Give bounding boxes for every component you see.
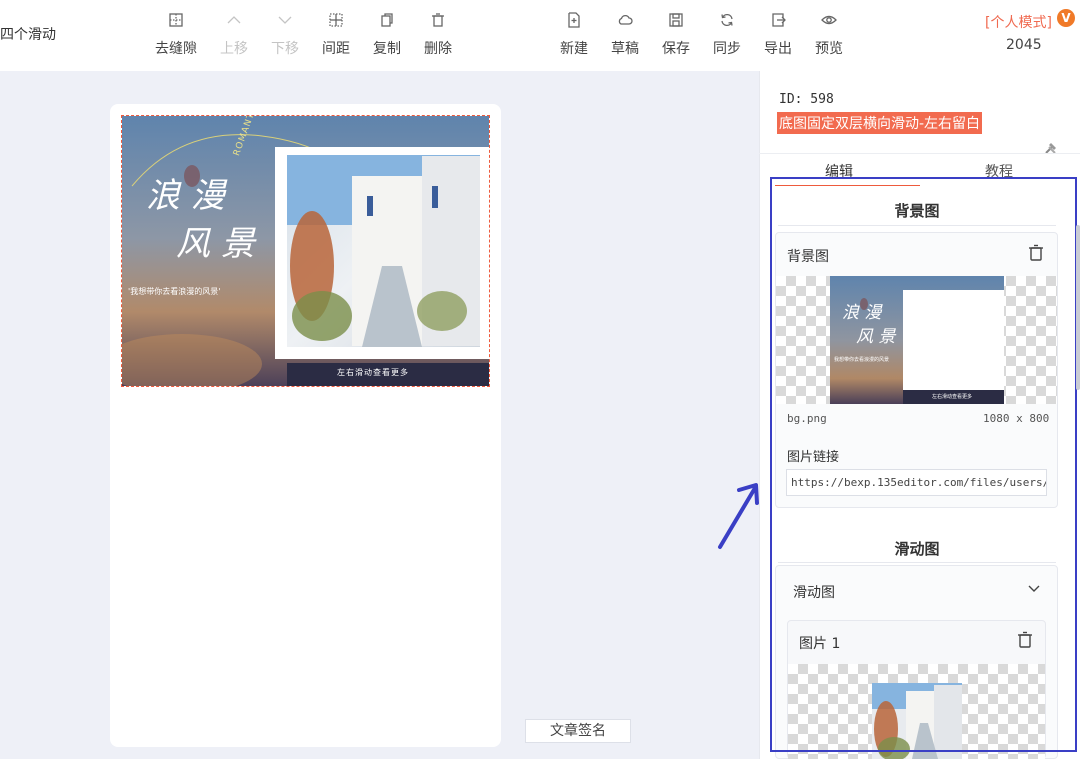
save-label: 保存 xyxy=(662,41,690,57)
poster-preview[interactable]: 浪 漫 风 景 ROMANTIC '我想带你去看浪漫的风景' 左右滑动查看更多 xyxy=(121,115,490,387)
poster-title-line2: 风 景 xyxy=(176,224,255,264)
top-toolbar: 四个滑动 去缝隙 上移 下移 间距 复制 删除 新建 草稿 保存 同步 导出 预… xyxy=(0,0,1080,71)
sync-label: 同步 xyxy=(713,41,741,57)
trash-icon xyxy=(412,12,464,32)
tabs-divider xyxy=(759,153,1080,154)
sync-icon xyxy=(701,12,753,32)
vip-badge[interactable]: V xyxy=(1057,9,1075,27)
new-label: 新建 xyxy=(560,41,588,57)
export-icon xyxy=(752,12,804,32)
template-name: 底图固定双层横向滑动-左右留白 xyxy=(777,112,983,134)
move-down-button[interactable]: 下移 xyxy=(259,12,311,58)
panel-scrollbar[interactable] xyxy=(1076,225,1080,390)
export-button[interactable]: 导出 xyxy=(752,12,804,58)
document-title: 四个滑动 xyxy=(0,27,56,43)
sync-button[interactable]: 同步 xyxy=(701,12,753,58)
remove-gap-button[interactable]: 去缝隙 xyxy=(150,12,202,58)
pointer-arrow-icon xyxy=(718,483,759,549)
article-signature-button[interactable]: 文章签名 xyxy=(525,719,631,743)
remove-gap-label: 去缝隙 xyxy=(155,41,197,57)
template-id: ID: 598 xyxy=(779,92,834,107)
draft-label: 草稿 xyxy=(611,41,639,57)
eye-icon xyxy=(803,12,855,32)
move-down-label: 下移 xyxy=(271,41,299,57)
chevron-up-icon xyxy=(208,12,260,32)
copy-button[interactable]: 复制 xyxy=(361,12,413,58)
preview-label: 预览 xyxy=(815,41,843,57)
poster-bottom-text: 左右滑动查看更多 xyxy=(337,368,409,377)
delete-button[interactable]: 删除 xyxy=(412,12,464,58)
draft-button[interactable]: 草稿 xyxy=(599,12,651,58)
spacing-button[interactable]: 间距 xyxy=(310,12,362,58)
save-button[interactable]: 保存 xyxy=(650,12,702,58)
export-label: 导出 xyxy=(764,41,792,57)
copy-label: 复制 xyxy=(373,41,401,57)
credit-count: 2045 xyxy=(1006,37,1042,53)
new-file-icon xyxy=(548,12,600,32)
preview-button[interactable]: 预览 xyxy=(803,12,855,58)
new-button[interactable]: 新建 xyxy=(548,12,600,58)
spacing-icon xyxy=(310,12,362,32)
poster-title-line1: 浪 漫 xyxy=(146,176,225,216)
chevron-down-icon xyxy=(259,12,311,32)
delete-label: 删除 xyxy=(424,41,452,57)
poster-subtitle: '我想带你去看浪漫的风景' xyxy=(128,287,221,296)
copy-icon xyxy=(361,12,413,32)
spacing-label: 间距 xyxy=(322,41,350,57)
move-up-button[interactable]: 上移 xyxy=(208,12,260,58)
personal-mode-link[interactable]: [个人模式] xyxy=(985,12,1052,32)
move-up-label: 上移 xyxy=(220,41,248,57)
grid-icon xyxy=(150,12,202,32)
cloud-icon xyxy=(599,12,651,32)
save-icon xyxy=(650,12,702,32)
highlight-box xyxy=(770,177,1077,752)
